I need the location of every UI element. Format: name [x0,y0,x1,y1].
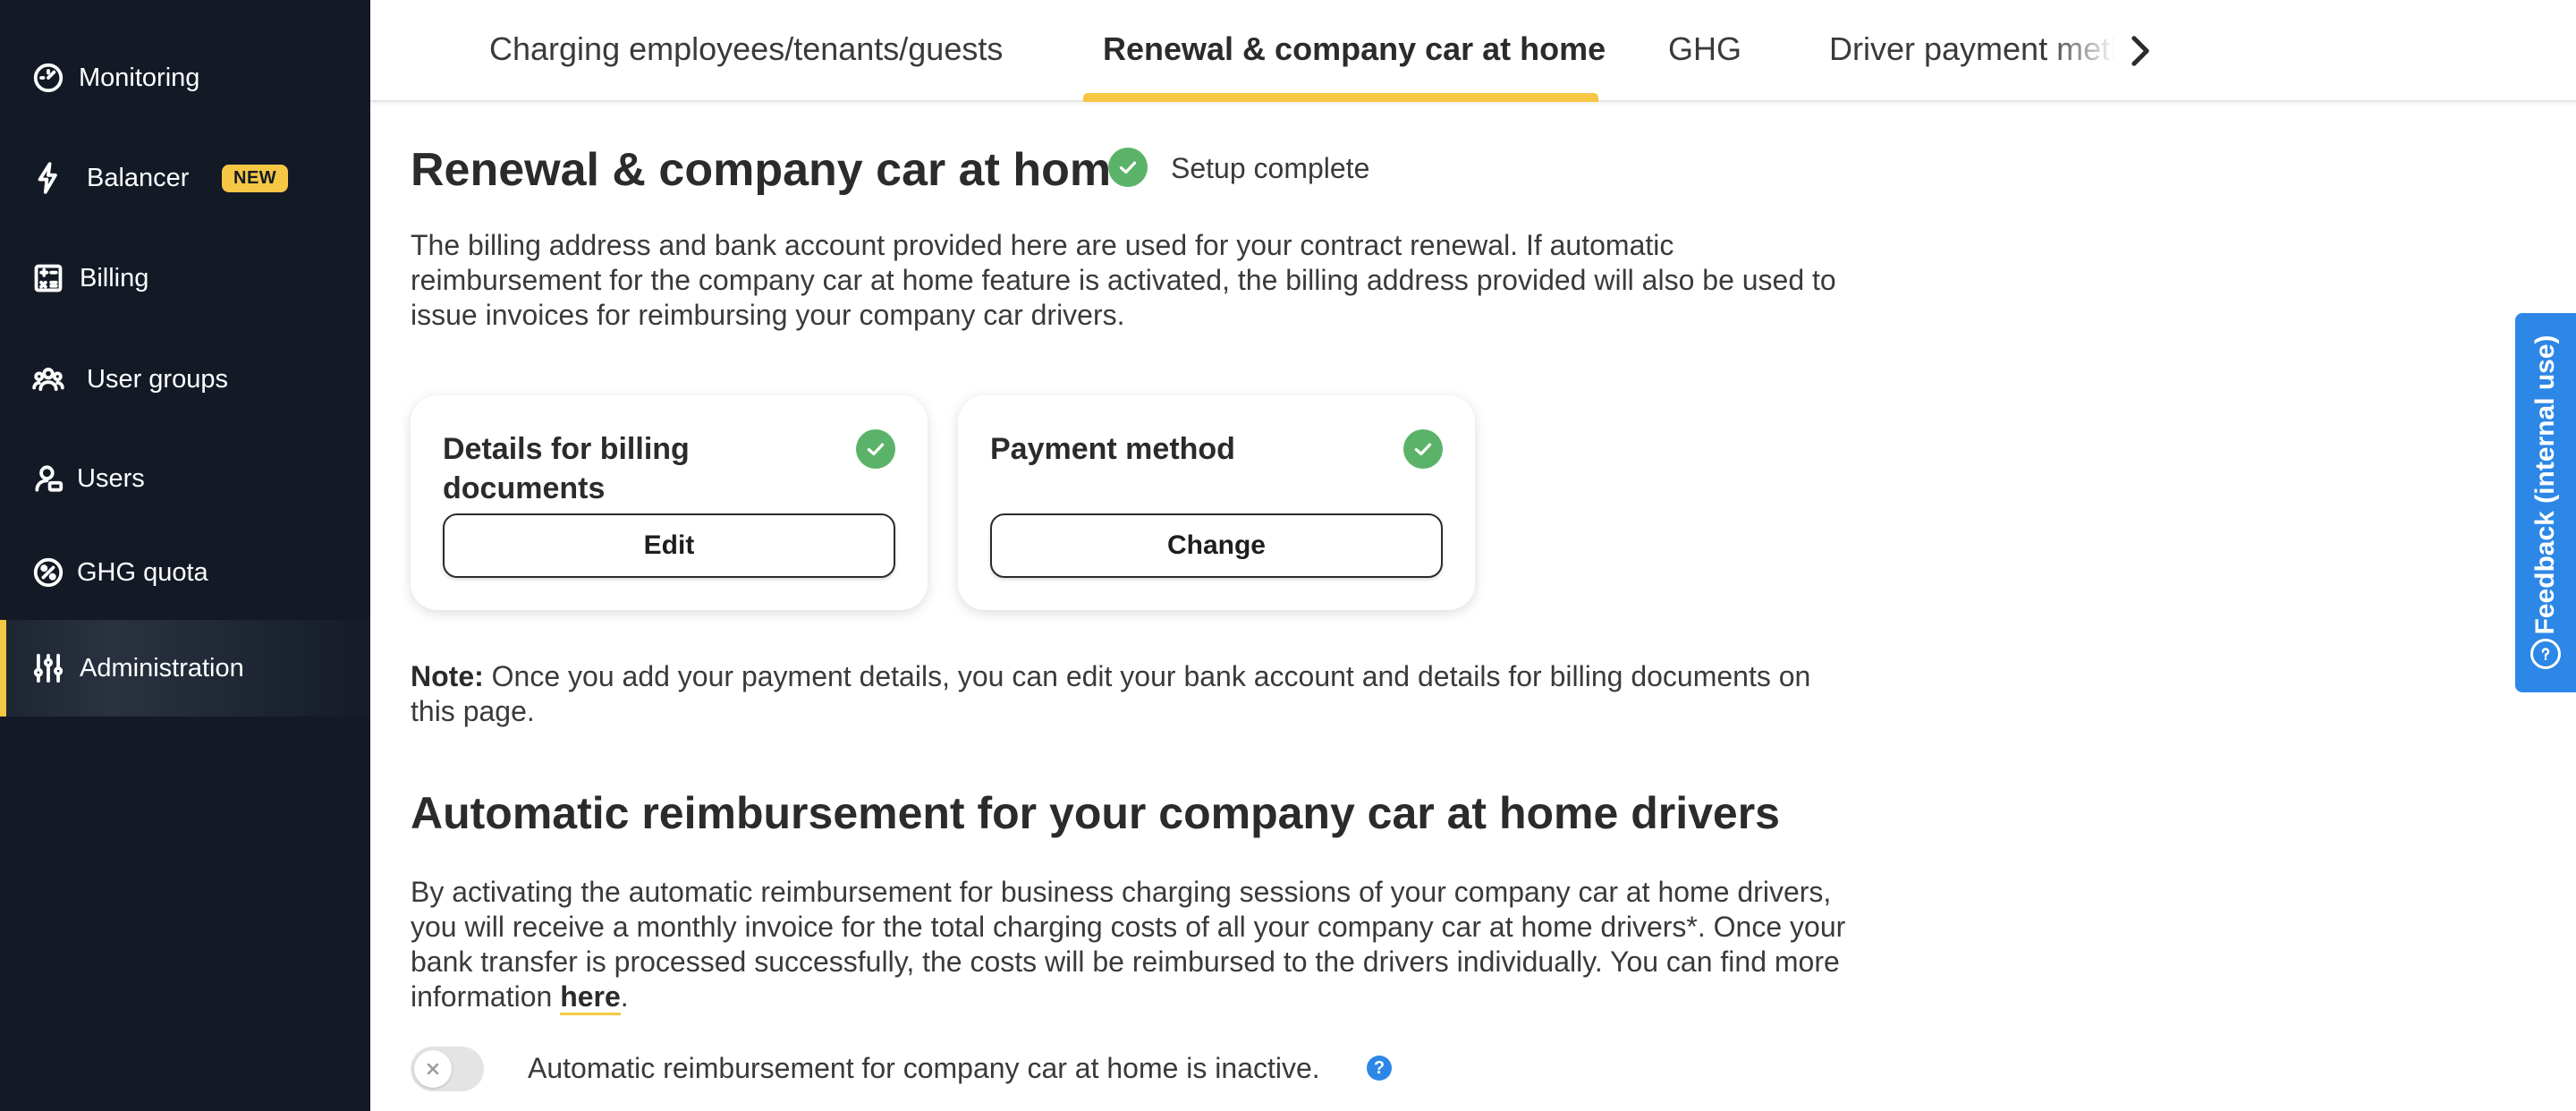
check-circle-icon [1403,429,1443,469]
percent-badge-icon [30,555,66,590]
sidebar-item-label: GHG quota [77,557,208,587]
sidebar-item-administration[interactable]: Administration [0,620,370,717]
card-title: Payment method [990,432,1235,466]
user-group-icon [30,361,66,397]
feedback-tab[interactable]: Feedback (internal use) [2515,313,2576,692]
sidebar-item-ghg-quota[interactable]: GHG quota [0,524,370,621]
chevron-right-icon[interactable] [2127,34,2154,68]
sidebar-item-label: Billing [80,263,149,293]
section-text: By activating the automatic reimbursemen… [411,875,1868,1015]
active-tab-indicator [1083,93,1598,102]
tab-fade [2048,25,2115,79]
close-icon [427,1063,439,1075]
section-end: . [620,980,629,1013]
sidebar-item-label: Administration [80,653,244,683]
billing-details-card: Details for billing documents Edit [411,395,928,610]
feedback-label: Feedback (internal use) [2530,335,2560,635]
check-circle-icon [856,429,895,469]
check-circle-icon [1108,148,1148,187]
note-body: Once you add your payment details, you c… [411,660,1811,727]
sidebar-item-label: Monitoring [79,63,200,92]
sidebar: Monitoring Balancer NEW Billing User gro… [0,0,370,1111]
sidebar-item-users[interactable]: Users [0,430,370,527]
card-title: Details for billing documents [443,432,690,505]
feedback-icon [2530,639,2561,669]
reimbursement-toggle[interactable] [411,1047,484,1091]
user-icon [30,461,66,496]
sidebar-item-user-groups[interactable]: User groups [0,331,370,428]
more-info-link[interactable]: here [560,980,621,1015]
sidebar-item-balancer[interactable]: Balancer NEW [0,130,370,226]
note-label: Note: [411,660,484,692]
payment-method-card: Payment method Change [958,395,1475,610]
sidebar-item-label: User groups [87,364,228,394]
setup-status: Setup complete [1171,152,1370,184]
lightning-icon [30,160,66,196]
tab-renewal-company-car[interactable]: Renewal & company car at home [1103,30,1606,68]
section-title: Automatic reimbursement for your company… [411,788,1780,838]
change-button[interactable]: Change [990,513,1443,578]
sidebar-item-billing[interactable]: Billing [0,230,370,327]
toggle-label: Automatic reimbursement for company car … [528,1052,1320,1084]
calculator-icon [30,260,66,296]
intro-text: The billing address and bank account pro… [411,229,1836,331]
help-icon[interactable]: ? [1367,1056,1392,1081]
tab-bar: Charging employees/tenants/guests Renewa… [370,0,2576,102]
new-badge: NEW [222,164,289,192]
toggle-knob [414,1050,452,1088]
sidebar-item-label: Balancer [87,163,190,192]
speedometer-icon [30,60,66,96]
sliders-icon [30,650,66,686]
tab-ghg[interactable]: GHG [1668,30,1741,68]
note-text: Note: Once you add your payment details,… [411,659,1860,729]
tab-charging-employees[interactable]: Charging employees/tenants/guests [489,30,1003,68]
sidebar-item-monitoring[interactable]: Monitoring [0,30,370,126]
edit-button[interactable]: Edit [443,513,895,578]
sidebar-item-label: Users [77,463,145,493]
page-title: Renewal & company car at home [411,144,1138,196]
